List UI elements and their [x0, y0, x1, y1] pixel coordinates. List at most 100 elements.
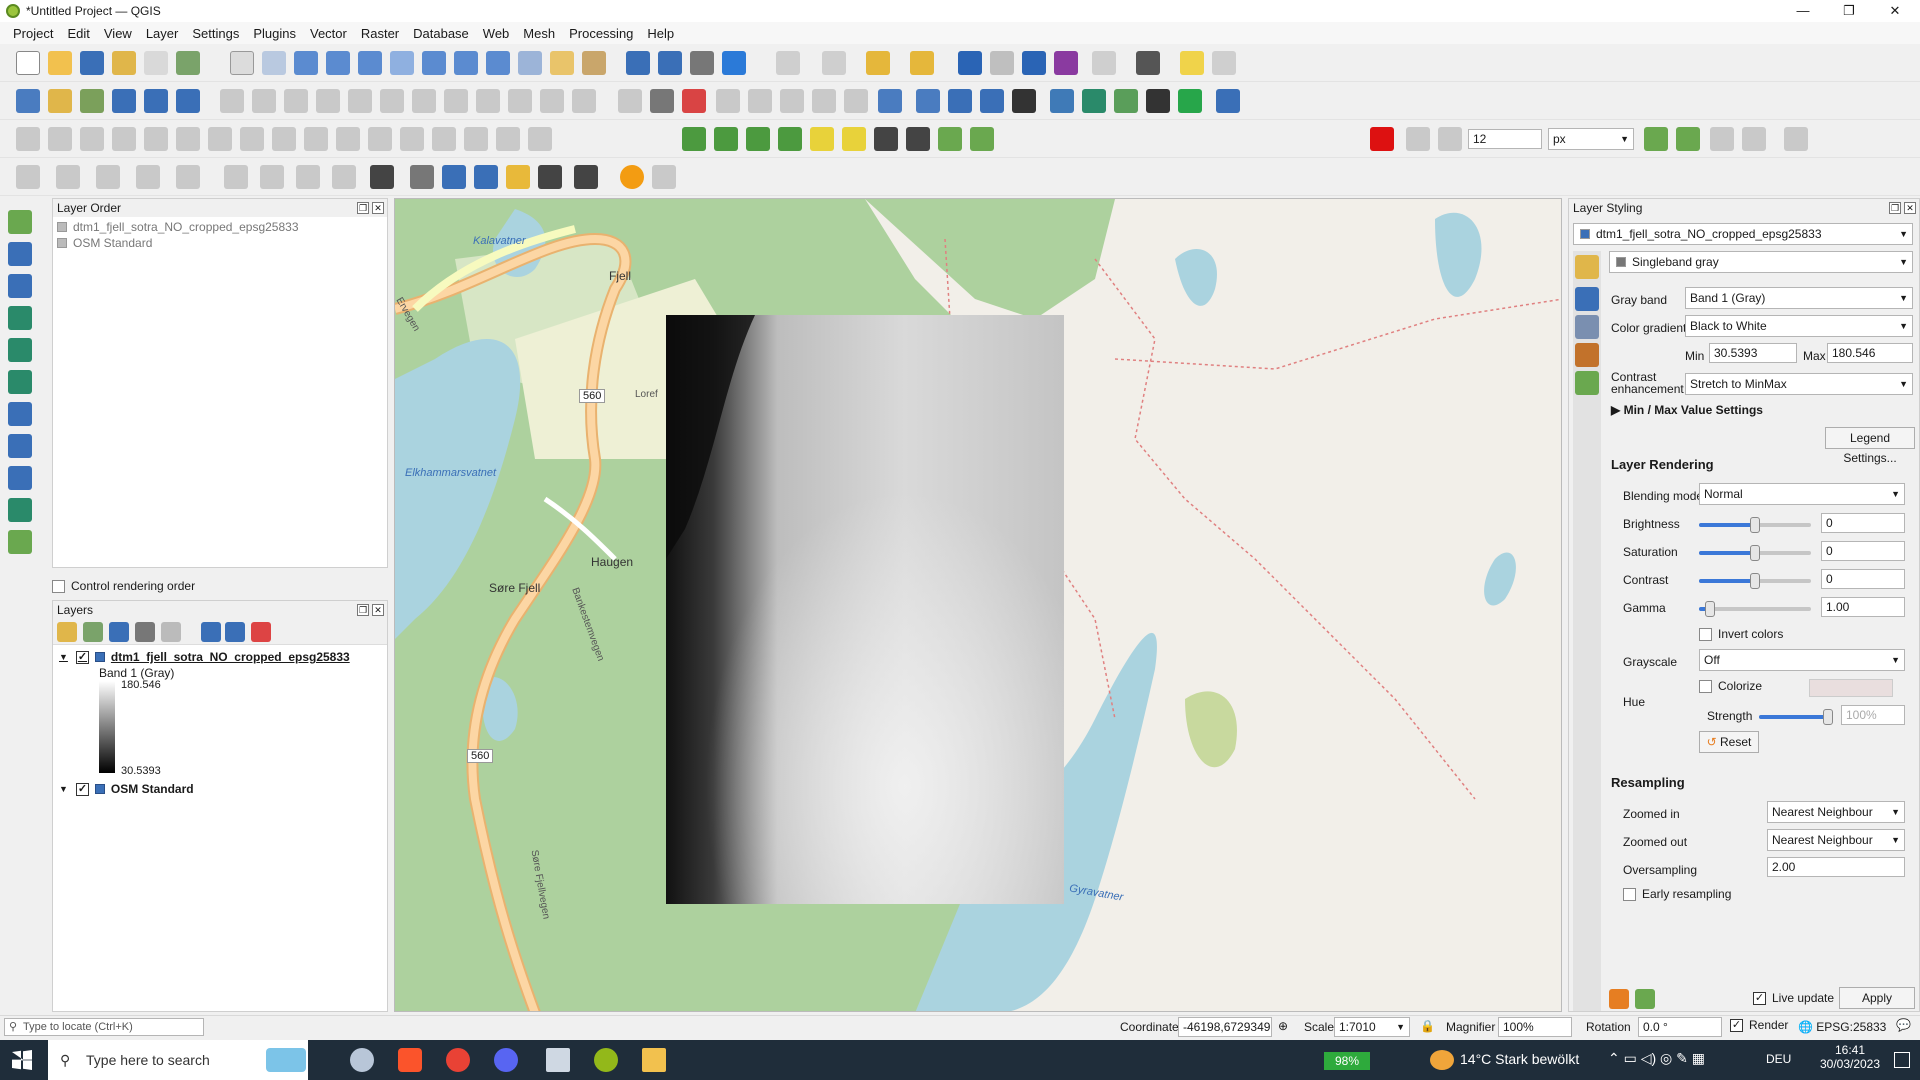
- select-features-icon[interactable]: [776, 51, 800, 75]
- gamma-input[interactable]: 1.00: [1821, 597, 1905, 617]
- tab-symbology-icon[interactable]: [1575, 255, 1599, 279]
- self-snapping-icon[interactable]: [1742, 127, 1766, 151]
- select-annotation-icon[interactable]: [410, 165, 434, 189]
- regular-polygon-icon[interactable]: [176, 165, 200, 189]
- notifications-icon[interactable]: [1894, 1052, 1910, 1068]
- gps-icon[interactable]: [652, 165, 676, 189]
- tab-histogram-icon[interactable]: [1575, 315, 1599, 339]
- deselect-icon[interactable]: [866, 51, 890, 75]
- snapping-type-icon[interactable]: [1438, 127, 1462, 151]
- saturation-input[interactable]: 0: [1821, 541, 1905, 561]
- layer-order-item[interactable]: OSM Standard: [57, 235, 383, 251]
- slider-handle[interactable]: [1750, 573, 1760, 589]
- plugin-icon-4[interactable]: [1178, 89, 1202, 113]
- new-geopackage-icon[interactable]: [48, 89, 72, 113]
- invert-colors-option[interactable]: Invert colors: [1699, 627, 1783, 641]
- layout-manager-icon[interactable]: [144, 51, 168, 75]
- vertex-tool-icon[interactable]: [348, 89, 372, 113]
- redo-icon[interactable]: [572, 89, 596, 113]
- zoom-in-icon[interactable]: [294, 51, 318, 75]
- new-spatialite-icon[interactable]: [112, 89, 136, 113]
- minimize-button[interactable]: —: [1780, 0, 1826, 22]
- temporal-controller-icon[interactable]: [690, 51, 714, 75]
- collapse-arrow-icon[interactable]: ▼: [59, 649, 68, 665]
- undo-style-icon[interactable]: [1609, 989, 1629, 1009]
- oversampling-input[interactable]: 2.00: [1767, 857, 1905, 877]
- live-update-checkbox[interactable]: ✓: [1753, 991, 1766, 1005]
- renderer-select[interactable]: Singleband gray ▼: [1609, 251, 1913, 273]
- raster-calculator-icon[interactable]: [682, 127, 706, 151]
- layer-select[interactable]: dtm1_fjell_sotra_NO_cropped_epsg25833 ▼: [1573, 223, 1913, 245]
- delete-selected-icon[interactable]: [412, 89, 436, 113]
- measure-area-icon[interactable]: [1092, 51, 1116, 75]
- snap-intersection-icon[interactable]: [1710, 127, 1734, 151]
- label-layer-icon[interactable]: [650, 89, 674, 113]
- collapse-arrow-icon[interactable]: ▼: [59, 781, 68, 797]
- adv-digitize-4-icon[interactable]: [332, 165, 356, 189]
- menu-help[interactable]: Help: [640, 26, 681, 41]
- change-label-icon[interactable]: [844, 89, 868, 113]
- map-tips-icon[interactable]: [1180, 51, 1204, 75]
- contrast-enhancement-select[interactable]: Stretch to MinMax ▼: [1685, 373, 1913, 395]
- maximize-button[interactable]: ❐: [1826, 0, 1872, 22]
- brightness-slider[interactable]: [1699, 517, 1811, 533]
- new-3d-map-icon[interactable]: [582, 51, 606, 75]
- zoomed-in-select[interactable]: Nearest Neighbour ▼: [1767, 801, 1905, 823]
- add-postgis-icon[interactable]: [8, 402, 32, 426]
- globe-icon-3[interactable]: [1012, 89, 1036, 113]
- copy-features-icon[interactable]: [476, 89, 500, 113]
- rectangle-digitize-icon[interactable]: [136, 165, 160, 189]
- increase-contrast-icon[interactable]: [874, 127, 898, 151]
- delete-ring-icon[interactable]: [240, 127, 264, 151]
- raster-local-histogram-icon[interactable]: [746, 127, 770, 151]
- move-feature-icon[interactable]: [48, 127, 72, 151]
- rotate-feature-icon[interactable]: [80, 127, 104, 151]
- measure-line-icon[interactable]: [1136, 51, 1160, 75]
- tab-transparency-icon[interactable]: [1575, 287, 1599, 311]
- add-raster-layer-icon[interactable]: [8, 242, 32, 266]
- control-rendering-checkbox[interactable]: [52, 579, 65, 593]
- zoom-full-icon[interactable]: [358, 51, 382, 75]
- help-icon[interactable]: [1216, 89, 1240, 113]
- input-language[interactable]: DEU: [1766, 1052, 1791, 1066]
- bookmark-icon[interactable]: [626, 51, 650, 75]
- pan-map-icon[interactable]: [230, 51, 254, 75]
- fill-ring-icon[interactable]: [208, 127, 232, 151]
- live-update-option[interactable]: ✓ Live update: [1753, 991, 1834, 1005]
- add-raster-icon[interactable]: [144, 89, 168, 113]
- layer-raster-row[interactable]: ▼ ✓ dtm1_fjell_sotra_NO_cropped_epsg2583…: [59, 649, 381, 665]
- add-mesh-icon[interactable]: [176, 89, 200, 113]
- reset-button[interactable]: ↺ Reset: [1699, 731, 1759, 753]
- globe-icon-2[interactable]: [980, 89, 1004, 113]
- early-resampling-checkbox[interactable]: [1623, 887, 1636, 901]
- windows-start-icon[interactable]: [12, 1050, 32, 1070]
- identify-features-icon[interactable]: [958, 51, 982, 75]
- notepad-icon[interactable]: [546, 1048, 570, 1072]
- style-layer-icon[interactable]: [57, 622, 77, 642]
- menu-layer[interactable]: Layer: [139, 26, 186, 41]
- layer-visibility-checkbox[interactable]: ✓: [75, 650, 89, 664]
- add-virtual-icon[interactable]: [8, 370, 32, 394]
- contrast-input[interactable]: 0: [1821, 569, 1905, 589]
- ellipse-digitize-icon[interactable]: [96, 165, 120, 189]
- new-print-layout-icon[interactable]: [112, 51, 136, 75]
- menu-settings[interactable]: Settings: [185, 26, 246, 41]
- saturation-slider[interactable]: [1699, 545, 1811, 561]
- gray-band-select[interactable]: Band 1 (Gray) ▼: [1685, 287, 1913, 309]
- filter-legend-icon[interactable]: [135, 622, 155, 642]
- brave-browser-icon[interactable]: [398, 1048, 422, 1072]
- add-vector-tile-icon[interactable]: [8, 530, 32, 554]
- menu-raster[interactable]: Raster: [354, 26, 406, 41]
- menu-processing[interactable]: Processing: [562, 26, 640, 41]
- taskbar-app-icon[interactable]: [350, 1048, 374, 1072]
- add-part-icon[interactable]: [176, 127, 200, 151]
- adv-digitize-2-icon[interactable]: [260, 165, 284, 189]
- digitize-icon[interactable]: [220, 89, 244, 113]
- reshape-icon[interactable]: [304, 127, 328, 151]
- adv-digitize-1-icon[interactable]: [224, 165, 248, 189]
- rotate-label-icon[interactable]: [812, 89, 836, 113]
- raster-stretch-icon[interactable]: [778, 127, 802, 151]
- map-canvas[interactable]: Kalavatner Fjell Elkhammarsvatnet Haugen…: [394, 198, 1562, 1012]
- grayscale-select[interactable]: Off ▼: [1699, 649, 1905, 671]
- zoomed-out-select[interactable]: Nearest Neighbour ▼: [1767, 829, 1905, 851]
